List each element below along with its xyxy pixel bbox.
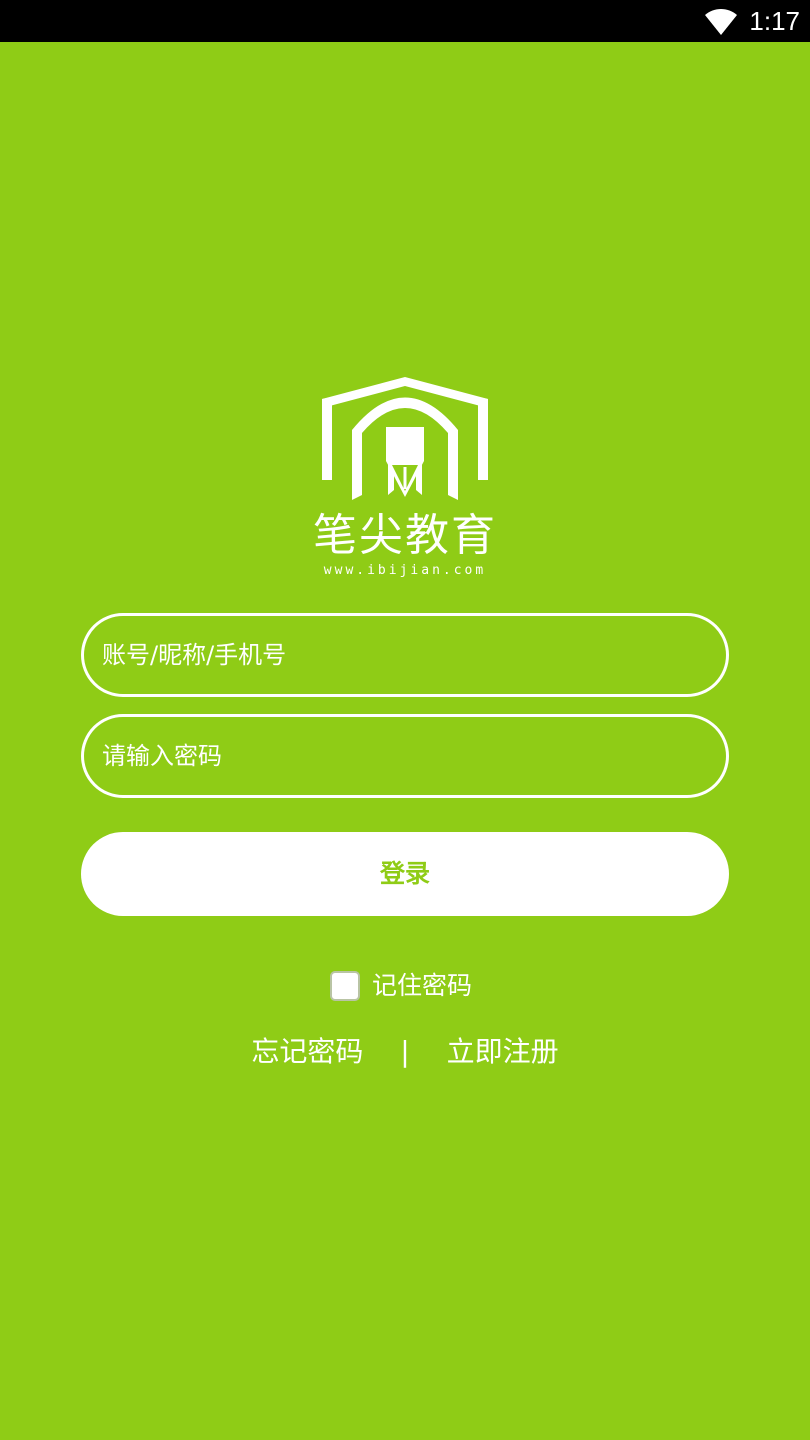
brand-url: www.ibijian.com xyxy=(323,563,487,578)
status-bar: 1:17 xyxy=(0,0,810,42)
brand-name: 笔尖教育 xyxy=(313,510,497,561)
register-link[interactable]: 立即注册 xyxy=(447,1030,559,1074)
remember-password-checkbox[interactable] xyxy=(330,971,360,1001)
password-input[interactable] xyxy=(102,717,702,795)
password-field[interactable] xyxy=(81,714,729,798)
house-pen-logo-icon xyxy=(322,377,488,500)
status-time: 1:17 xyxy=(749,6,800,36)
remember-password-option[interactable]: 记住密码 xyxy=(330,967,472,1005)
account-input[interactable] xyxy=(102,616,702,694)
forgot-password-link[interactable]: 忘记密码 xyxy=(251,1030,363,1074)
bottom-links: 忘记密码 | 立即注册 xyxy=(0,1030,810,1074)
remember-password-label[interactable]: 记住密码 xyxy=(372,967,472,1005)
wifi-icon xyxy=(705,9,737,35)
login-button[interactable]: 登录 xyxy=(81,832,729,916)
link-separator: | xyxy=(400,1035,410,1068)
account-field[interactable] xyxy=(81,613,729,697)
login-screen: 1:17 笔尖教育 www.ibijian.com 登录 记住密码 忘记密码 |… xyxy=(0,0,810,1440)
